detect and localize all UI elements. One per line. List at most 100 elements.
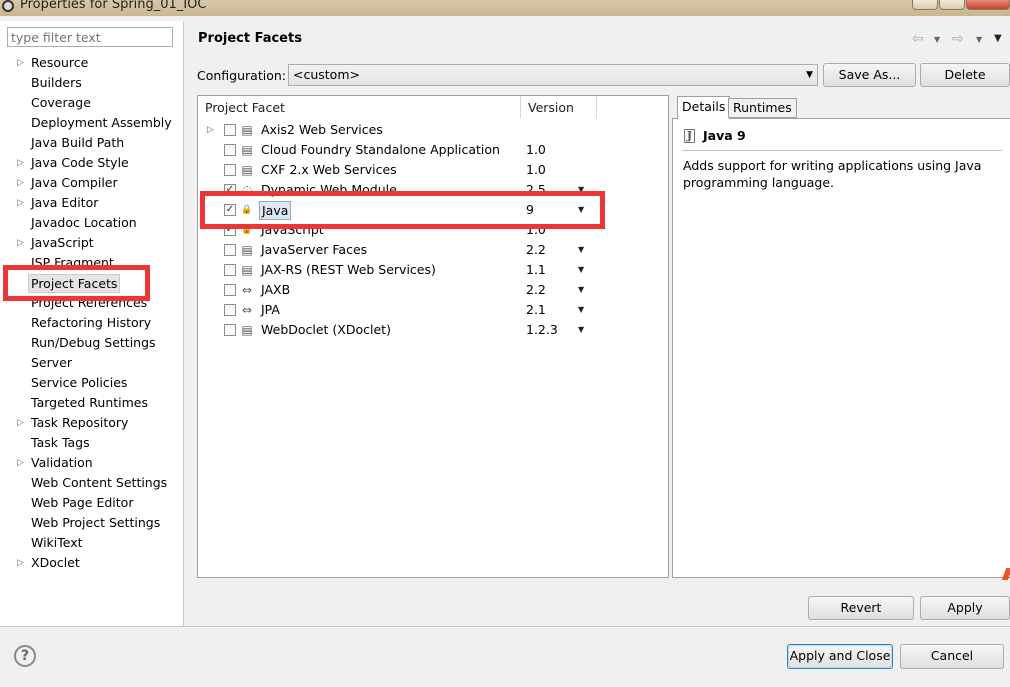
facet-checkbox[interactable]	[224, 284, 236, 296]
back-menu-icon[interactable]: ▼	[934, 35, 940, 44]
column-separator	[520, 96, 521, 118]
version-dropdown-icon[interactable]: ▼	[578, 280, 584, 300]
facet-checkbox[interactable]	[224, 304, 236, 316]
title-bar: Properties for Spring_01_IOC	[0, 0, 1010, 16]
tab-details[interactable]: Details	[677, 96, 731, 119]
apply-button[interactable]: Apply	[920, 596, 1010, 620]
nav-item-java-editor[interactable]: ▷ Java Editor	[0, 193, 183, 213]
sash-divider[interactable]	[183, 21, 184, 626]
nav-item-java-compiler[interactable]: ▷ Java Compiler	[0, 173, 183, 193]
nav-item-server[interactable]: Server	[0, 353, 183, 373]
eclipse-icon	[2, 0, 14, 12]
nav-item-xdoclet[interactable]: ▷ XDoclet	[0, 553, 183, 573]
nav-item-targeted-runtimes[interactable]: Targeted Runtimes	[0, 393, 183, 413]
version-dropdown-icon[interactable]: ▼	[578, 260, 584, 280]
nav-item-deployment-assembly[interactable]: Deployment Assembly	[0, 113, 183, 133]
expand-arrow-icon[interactable]: ▷	[17, 193, 24, 213]
nav-item-wikitext[interactable]: WikiText	[0, 533, 183, 553]
nav-item-coverage[interactable]: Coverage	[0, 93, 183, 113]
facet-row[interactable]: ▤ WebDoclet (XDoclet) 1.2.3 ▼	[198, 320, 668, 340]
nav-item-web-project-settings[interactable]: Web Project Settings	[0, 513, 183, 533]
expand-arrow-icon[interactable]: ▷	[17, 553, 24, 573]
nav-item-java-build-path[interactable]: Java Build Path	[0, 133, 183, 153]
minimize-button[interactable]	[912, 0, 938, 10]
facet-version[interactable]: 2.2	[526, 240, 546, 260]
nav-item-refactoring-history[interactable]: Refactoring History	[0, 313, 183, 333]
nav-item-label: Resource	[31, 55, 89, 70]
revert-button[interactable]: Revert	[808, 596, 914, 620]
facet-version[interactable]: 1.0	[526, 160, 546, 180]
page-icon: ▤	[241, 143, 253, 157]
version-dropdown-icon[interactable]: ▼	[578, 320, 584, 340]
nav-item-task-tags[interactable]: Task Tags	[0, 433, 183, 453]
expand-arrow-icon[interactable]: ▷	[207, 120, 214, 140]
filter-input[interactable]	[7, 27, 173, 47]
expand-arrow-icon[interactable]: ▷	[17, 413, 24, 433]
expand-arrow-icon[interactable]: ▷	[17, 233, 24, 253]
save-as-button[interactable]: Save As...	[823, 63, 916, 87]
nav-item-web-page-editor[interactable]: Web Page Editor	[0, 493, 183, 513]
nav-item-label: Javadoc Location	[31, 215, 137, 230]
facet-checkbox[interactable]	[224, 144, 236, 156]
nav-item-validation[interactable]: ▷ Validation	[0, 453, 183, 473]
delete-button[interactable]: Delete	[920, 63, 1010, 87]
apply-and-close-button[interactable]: Apply and Close	[787, 644, 893, 669]
facet-row[interactable]: ▤ JavaServer Faces 2.2 ▼	[198, 240, 668, 260]
detail-title: Java 9	[703, 128, 746, 143]
nav-item-resource[interactable]: ▷ Resource	[0, 53, 183, 73]
facet-version[interactable]: 2.2	[526, 280, 546, 300]
column-header-facet[interactable]: Project Facet	[205, 100, 285, 115]
facet-checkbox[interactable]	[224, 324, 236, 336]
expand-arrow-icon[interactable]: ▷	[17, 453, 24, 473]
facet-row[interactable]: ⇔ JAXB 2.2 ▼	[198, 280, 668, 300]
help-icon[interactable]: ?	[14, 645, 36, 667]
back-arrow-icon[interactable]: ⇦	[912, 31, 924, 47]
maximize-button[interactable]	[939, 0, 965, 10]
facet-checkbox[interactable]	[224, 164, 236, 176]
column-header-version[interactable]: Version	[528, 100, 574, 115]
nav-item-javadoc-location[interactable]: Javadoc Location	[0, 213, 183, 233]
divider	[682, 150, 1002, 151]
nav-item-java-code-style[interactable]: ▷ Java Code Style	[0, 153, 183, 173]
facet-row[interactable]: ⇔ JPA 2.1 ▼	[198, 300, 668, 320]
arrows-icon: ⇔	[241, 283, 253, 297]
facet-version[interactable]: 1.1	[526, 260, 546, 280]
close-button[interactable]	[966, 0, 1010, 10]
facet-row[interactable]: ▤ JAX-RS (REST Web Services) 1.1 ▼	[198, 260, 668, 280]
facet-checkbox[interactable]	[224, 264, 236, 276]
facet-row[interactable]: ▷ ▤ Axis2 Web Services	[198, 120, 668, 140]
configuration-label: Configuration:	[197, 68, 286, 83]
nav-item-javascript[interactable]: ▷ JavaScript	[0, 233, 183, 253]
facet-checkbox[interactable]	[224, 124, 236, 136]
facet-version[interactable]: 2.1	[526, 300, 546, 320]
facet-checkbox[interactable]	[224, 244, 236, 256]
nav-item-run-debug-settings[interactable]: Run/Debug Settings	[0, 333, 183, 353]
expand-arrow-icon[interactable]: ▷	[17, 53, 24, 73]
version-dropdown-icon[interactable]: ▼	[578, 300, 584, 320]
nav-item-task-repository[interactable]: ▷ Task Repository	[0, 413, 183, 433]
nav-item-label: Java Build Path	[31, 135, 125, 150]
view-menu-icon[interactable]: ▼	[994, 33, 1002, 44]
facet-version[interactable]: 1.2.3	[526, 320, 558, 340]
nav-item-service-policies[interactable]: Service Policies	[0, 373, 183, 393]
expand-arrow-icon[interactable]: ▷	[17, 173, 24, 193]
nav-item-label: Task Repository	[31, 415, 129, 430]
nav-item-builders[interactable]: Builders	[0, 73, 183, 93]
cancel-button[interactable]: Cancel	[900, 644, 1004, 669]
nav-item-web-content-settings[interactable]: Web Content Settings	[0, 473, 183, 493]
forward-arrow-icon[interactable]: ⇨	[952, 31, 964, 47]
nav-item-label: Builders	[31, 75, 82, 90]
facet-row[interactable]: ▤ Cloud Foundry Standalone Application 1.0	[198, 140, 668, 160]
chevron-down-icon: ▼	[806, 70, 813, 80]
version-dropdown-icon[interactable]: ▼	[578, 240, 584, 260]
facet-version[interactable]: 1.0	[526, 140, 546, 160]
nav-item-label: Validation	[31, 455, 93, 470]
nav-item-label: Deployment Assembly	[31, 115, 172, 130]
configuration-select[interactable]: <custom> ▼	[288, 64, 818, 86]
facet-row[interactable]: ▤ CXF 2.x Web Services 1.0	[198, 160, 668, 180]
nav-item-label: WikiText	[31, 535, 83, 550]
expand-arrow-icon[interactable]: ▷	[17, 153, 24, 173]
detail-description: Adds support for writing applications us…	[683, 158, 982, 190]
tab-runtimes[interactable]: Runtimes	[728, 98, 797, 118]
forward-menu-icon[interactable]: ▼	[976, 35, 982, 44]
